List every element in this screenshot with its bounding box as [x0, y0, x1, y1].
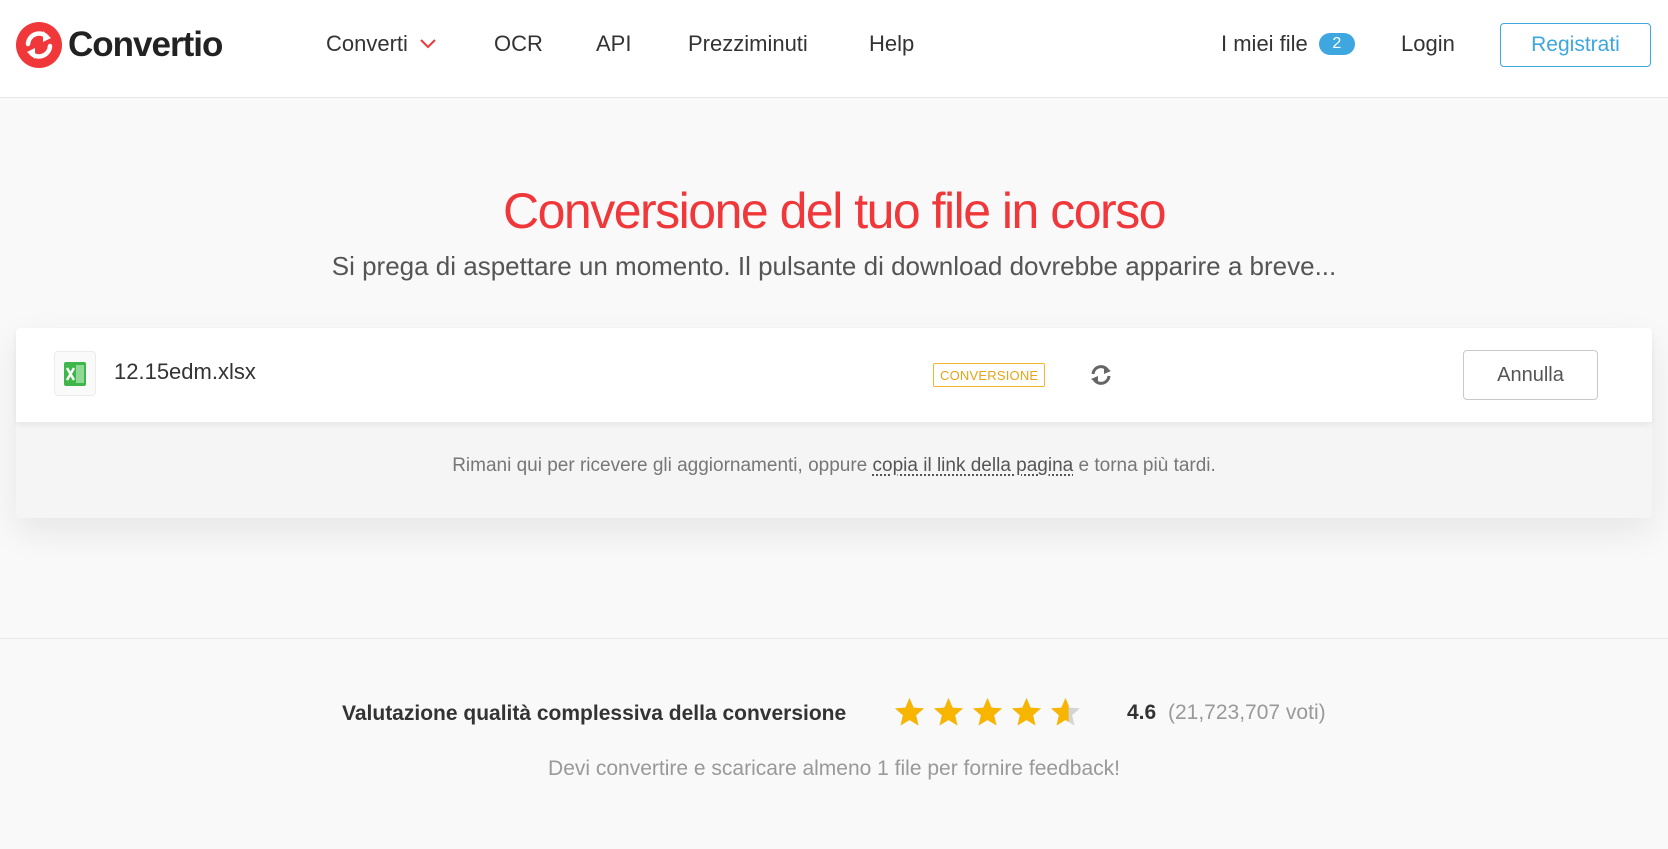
copy-page-link[interactable]: copia il link della pagina — [873, 455, 1074, 476]
rating-votes: (21,723,707 voti) — [1168, 701, 1326, 724]
nav-converti[interactable]: Converti — [326, 0, 436, 88]
cancel-button[interactable]: Annulla — [1463, 350, 1598, 400]
rating-stars — [894, 697, 1081, 728]
page-subtitle: Si prega di aspettare un momento. Il pul… — [331, 251, 1337, 281]
nav-my-files[interactable]: I miei file 2 — [1221, 0, 1355, 88]
file-row: 12.15edm.xlsx CONVERSIONE Annulla — [16, 328, 1652, 422]
rating-label: Valutazione qualità complessiva della co… — [342, 702, 847, 725]
star-icon — [934, 698, 963, 726]
convertio-logo[interactable]: Convertio — [16, 21, 223, 69]
nav-ocr[interactable]: OCR — [494, 0, 543, 88]
update-note: Rimani qui per ricevere gli aggiornament… — [16, 455, 1652, 477]
conversion-card: 12.15edm.xlsx CONVERSIONE Annulla Rimani… — [16, 328, 1652, 518]
nav-help[interactable]: Help — [869, 0, 914, 88]
update-note-before: Rimani qui per ricevere gli aggiornament… — [452, 455, 873, 476]
nav-api-label: API — [596, 31, 632, 56]
nav-login-label: Login — [1401, 31, 1455, 56]
excel-logo-icon — [64, 361, 86, 386]
star-icon — [1051, 698, 1080, 726]
nav-my-files-label: I miei file — [1221, 31, 1308, 56]
section-divider — [0, 638, 1668, 639]
nav-api[interactable]: API — [596, 0, 631, 88]
nav-minuti-label: minuti — [749, 31, 808, 56]
nav-prezzi[interactable]: Prezzi minuti — [688, 0, 808, 88]
files-count-badge: 2 — [1318, 33, 1355, 55]
chevron-down-icon — [420, 39, 436, 49]
nav-ocr-label: OCR — [494, 31, 543, 56]
register-button[interactable]: Registrati — [1500, 23, 1651, 67]
nav-converti-label: Converti — [326, 31, 408, 56]
star-icon — [973, 698, 1002, 726]
brand-name: Convertio — [68, 25, 223, 64]
nav-help-label: Help — [869, 31, 915, 56]
page-title: Conversione del tuo file in corso — [503, 183, 1167, 239]
refresh-icon — [1091, 365, 1111, 385]
top-navbar: Convertio Converti OCR API Prezzi minuti … — [0, 0, 1668, 98]
nav-login[interactable]: Login — [1401, 0, 1455, 88]
star-icon — [1012, 698, 1041, 726]
update-note-after: e torna più tardi. — [1073, 455, 1216, 476]
nav-prezzi-label: Prezzi — [688, 31, 750, 56]
conversion-status-badge: CONVERSIONE — [933, 363, 1046, 387]
rating-score: 4.6 — [1127, 701, 1157, 724]
file-name: 12.15edm.xlsx — [114, 359, 256, 384]
feedback-note: Devi convertire e scaricare almeno 1 fil… — [548, 757, 1120, 780]
excel-file-icon — [54, 351, 96, 396]
star-icon — [895, 698, 924, 726]
convertio-logo-icon — [16, 22, 62, 68]
